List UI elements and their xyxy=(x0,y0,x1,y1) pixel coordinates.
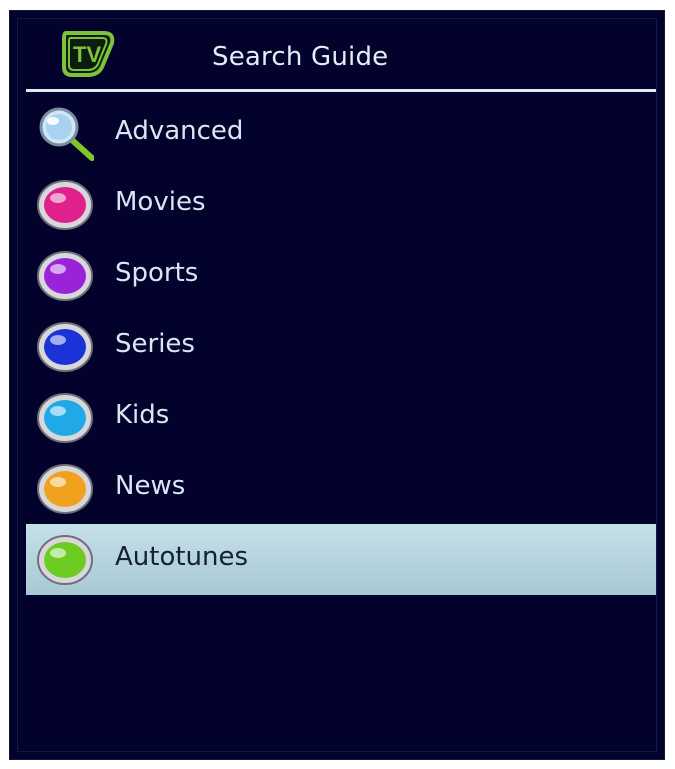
pink-button-icon xyxy=(37,180,93,230)
menu-item-label: Sports xyxy=(115,258,199,288)
header: TV Search Guide xyxy=(26,25,656,95)
blue-button-icon xyxy=(37,322,93,372)
search-guide-panel: TV Search Guide Advanced Movies Sports S… xyxy=(9,10,665,760)
magnifier-icon xyxy=(39,107,94,161)
logo-text: TV xyxy=(73,42,101,67)
header-divider xyxy=(26,89,656,92)
page-title: Search Guide xyxy=(212,42,389,72)
menu-item-sports[interactable]: Sports xyxy=(26,240,656,311)
green-button-icon xyxy=(37,535,93,585)
menu-item-news[interactable]: News xyxy=(26,453,656,524)
search-menu: Advanced Movies Sports Series Kids News … xyxy=(26,98,656,595)
menu-item-series[interactable]: Series xyxy=(26,311,656,382)
menu-item-movies[interactable]: Movies xyxy=(26,169,656,240)
menu-item-label: Movies xyxy=(115,187,206,217)
menu-item-kids[interactable]: Kids xyxy=(26,382,656,453)
cyan-button-icon xyxy=(37,393,93,443)
menu-item-advanced[interactable]: Advanced xyxy=(26,98,656,169)
menu-item-label: News xyxy=(115,471,186,501)
orange-button-icon xyxy=(37,464,93,514)
tv-logo-icon: TV xyxy=(62,31,115,77)
menu-item-autotunes[interactable]: Autotunes xyxy=(26,524,656,595)
menu-item-label: Kids xyxy=(115,400,170,430)
menu-item-label: Autotunes xyxy=(115,542,249,572)
menu-item-label: Advanced xyxy=(115,116,244,146)
menu-item-label: Series xyxy=(115,329,195,359)
purple-button-icon xyxy=(37,251,93,301)
